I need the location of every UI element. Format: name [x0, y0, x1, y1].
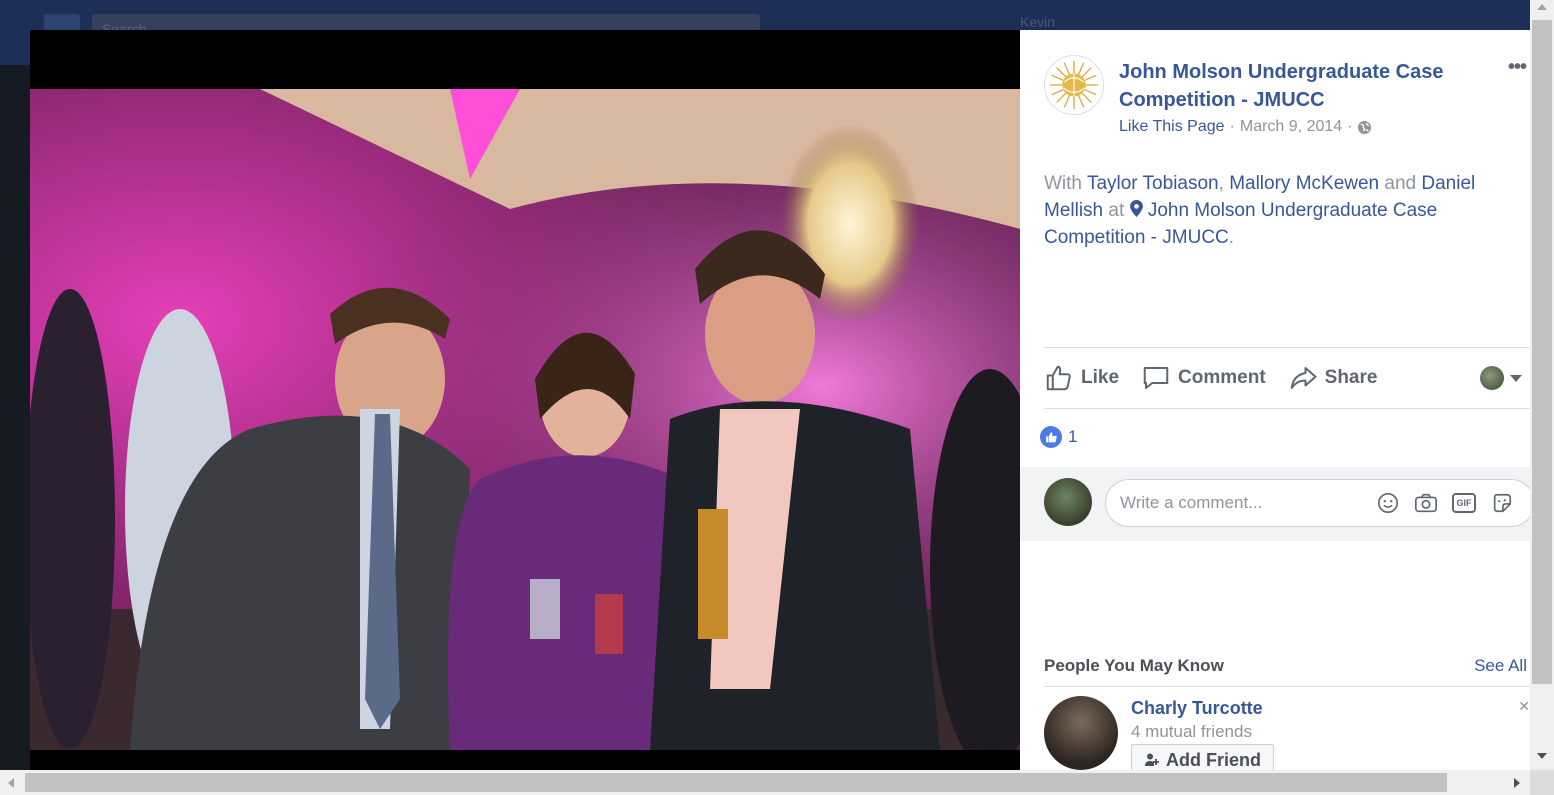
thumbs-up-icon: [1046, 365, 1071, 391]
share-button[interactable]: Share: [1288, 363, 1378, 393]
divider: [1044, 686, 1530, 687]
tagged-person-link[interactable]: Mallory McKewen: [1229, 173, 1379, 194]
scroll-right-arrow-icon[interactable]: [1514, 778, 1520, 788]
scrollbar-corner: [1530, 770, 1554, 795]
sentence-period: .: [1228, 227, 1235, 248]
meta-separator: ·: [1347, 118, 1353, 135]
comment-button[interactable]: Comment: [1141, 363, 1266, 393]
scroll-left-arrow-icon[interactable]: [8, 778, 14, 788]
comment-composer: Write a comment... GIF: [1020, 467, 1530, 541]
emoji-icon[interactable]: [1376, 491, 1400, 515]
tagged-person-link[interactable]: Taylor Tobiason: [1087, 173, 1219, 194]
divider: [1044, 408, 1530, 409]
post-panel: John Molson Undergraduate Case Competiti…: [1020, 30, 1530, 770]
like-label: Like: [1081, 367, 1120, 388]
profile-avatar: [1480, 366, 1504, 390]
suggested-person-avatar[interactable]: [1044, 696, 1118, 770]
dismiss-suggestion-icon[interactable]: ✕: [1518, 698, 1530, 715]
add-friend-icon: [1145, 753, 1159, 766]
camera-icon[interactable]: [1414, 491, 1438, 515]
tagged-with-text: With Taylor Tobiason, Mallory McKewen an…: [1044, 170, 1524, 251]
comment-placeholder: Write a comment...: [1120, 493, 1263, 512]
divider: [1044, 347, 1530, 348]
post-meta: Like This Page · March 9, 2014 ·: [1119, 118, 1372, 136]
scroll-down-arrow-icon[interactable]: [1537, 753, 1547, 759]
like-reaction-icon: [1040, 426, 1062, 448]
event-photo[interactable]: [30, 89, 1020, 750]
overlay-backdrop: [0, 65, 30, 770]
comment-input[interactable]: Write a comment... GIF: [1105, 479, 1530, 527]
location-link[interactable]: John Molson Undergraduate Case Competiti…: [1044, 200, 1437, 248]
post-date[interactable]: March 9, 2014: [1240, 118, 1342, 136]
commenter-avatar: [1044, 478, 1092, 526]
horizontal-scroll-thumb[interactable]: [25, 773, 1447, 792]
pymk-title: People You May Know: [1044, 656, 1224, 675]
suggested-person-name[interactable]: Charly Turcotte: [1131, 698, 1263, 719]
photo-stage: [30, 30, 1020, 770]
comment-bubble-icon: [1143, 367, 1169, 389]
meta-separator: ·: [1229, 118, 1235, 135]
gif-icon[interactable]: GIF: [1452, 491, 1476, 515]
see-all-link[interactable]: See All: [1474, 656, 1527, 676]
like-page-link[interactable]: Like This Page: [1119, 118, 1225, 136]
vertical-scrollbar[interactable]: [1530, 0, 1554, 770]
scroll-up-arrow-icon[interactable]: [1537, 4, 1547, 10]
and-label: and: [1384, 173, 1417, 194]
horizontal-scrollbar[interactable]: [0, 770, 1530, 795]
add-friend-button[interactable]: Add Friend: [1131, 744, 1274, 770]
page-logo[interactable]: [1044, 55, 1104, 115]
at-label: at: [1108, 200, 1125, 221]
comment-label: Comment: [1178, 367, 1266, 388]
vertical-scroll-thumb[interactable]: [1532, 20, 1552, 684]
comment-tools: GIF: [1376, 491, 1514, 515]
location-pin-icon: [1129, 200, 1143, 217]
mutual-friends-count[interactable]: 4 mutual friends: [1131, 722, 1252, 742]
add-friend-label: Add Friend: [1166, 749, 1261, 770]
reactions-summary[interactable]: 1: [1040, 426, 1077, 448]
reaction-count: 1: [1068, 427, 1078, 446]
share-arrow-icon: [1290, 367, 1317, 389]
tagged-comma: ,: [1218, 173, 1224, 194]
sticker-icon[interactable]: [1490, 491, 1514, 515]
more-options-icon[interactable]: •••: [1508, 56, 1527, 79]
public-globe-icon[interactable]: [1357, 120, 1372, 135]
page-name-link[interactable]: John Molson Undergraduate Case Competiti…: [1119, 58, 1479, 114]
chevron-down-icon: [1510, 374, 1522, 382]
like-button[interactable]: Like: [1044, 363, 1119, 393]
with-label: With: [1044, 173, 1082, 194]
post-actions: Like Comment Share: [1044, 352, 1530, 404]
share-label: Share: [1324, 367, 1378, 388]
react-as-selector[interactable]: [1480, 366, 1522, 390]
